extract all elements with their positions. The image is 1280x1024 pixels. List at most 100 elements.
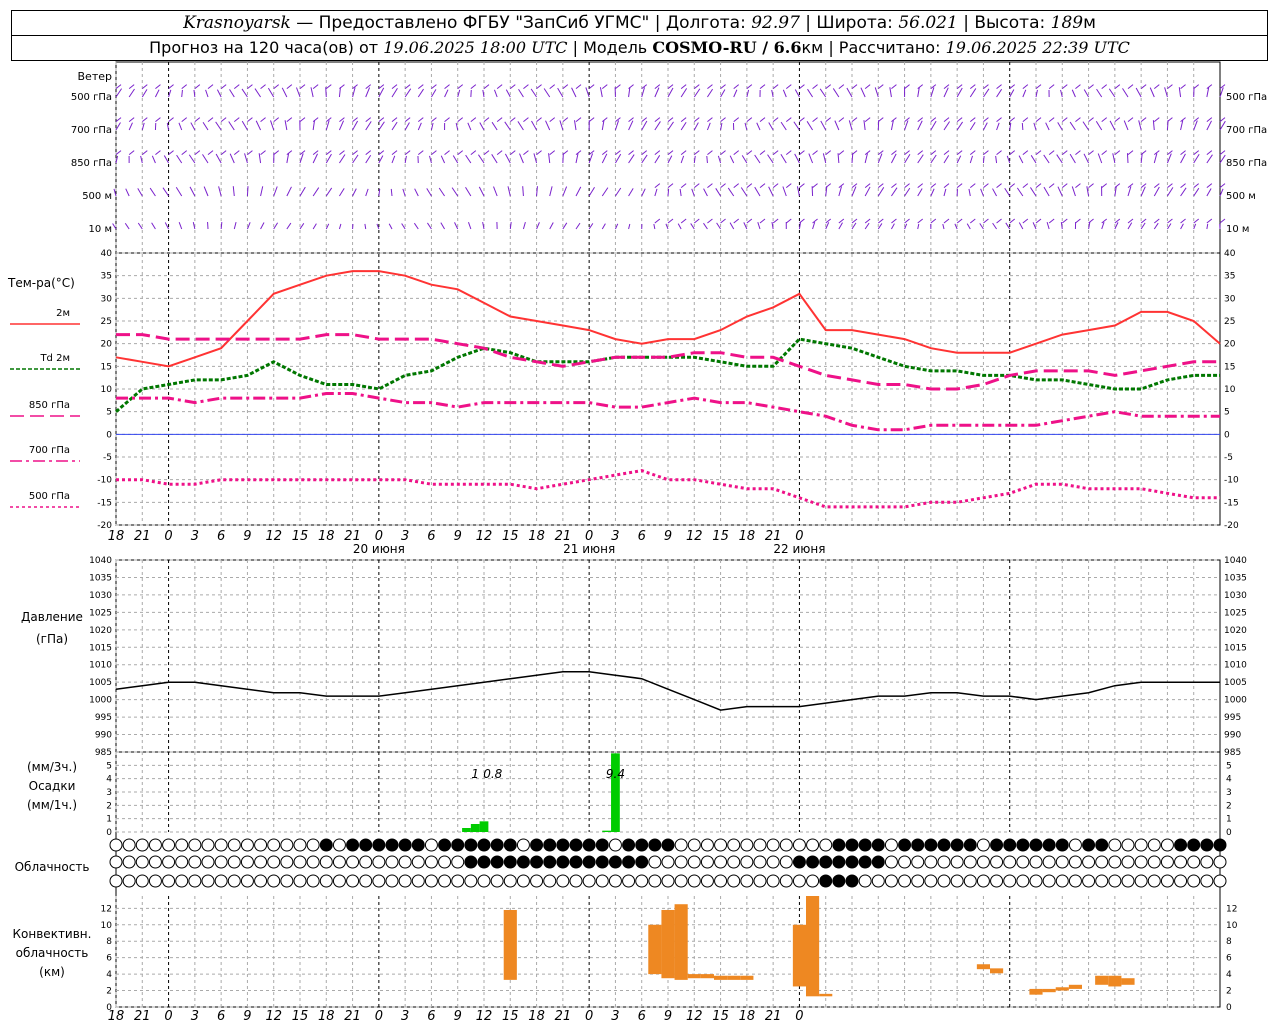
- wind-barb-flag: [588, 117, 595, 122]
- conv-tick-right: 12: [1226, 904, 1237, 914]
- wind-barb: [729, 222, 735, 230]
- conv-tick-left: 6: [106, 954, 112, 964]
- wind-barb: [733, 89, 738, 98]
- wind-barb: [917, 154, 924, 164]
- wind-barb: [284, 120, 288, 131]
- cloud-cover-symbol: [372, 874, 386, 888]
- wind-barb-flag: [654, 117, 661, 122]
- wind-barb: [771, 221, 774, 230]
- wind-barb: [575, 186, 582, 197]
- cloud-cover-symbol: [648, 838, 662, 852]
- wind-barb-flag: [352, 150, 358, 155]
- wind-barb: [1083, 153, 1090, 164]
- cloud-cover-symbol: [1068, 838, 1082, 852]
- cloud-cover-symbol: [411, 874, 425, 888]
- wind-barb: [992, 188, 998, 197]
- cloud-cover-symbol: [319, 838, 333, 852]
- precip-tick-left: 5: [106, 761, 112, 771]
- wind-barb-flag: [772, 84, 779, 89]
- cloud-cover-symbol: [911, 855, 925, 869]
- wind-barb-flag: [746, 183, 753, 188]
- wind-barb-flag: [812, 117, 818, 122]
- x-tick-lower: 21: [555, 1009, 572, 1024]
- cloud-cover-symbol: [740, 838, 754, 852]
- wind-barb-flag: [312, 84, 319, 89]
- wind-barb-flag: [799, 150, 805, 155]
- wind-barb: [641, 154, 648, 164]
- wind-barb: [1030, 155, 1037, 164]
- wind-barb-flag: [1140, 150, 1147, 155]
- wind-barb-flag: [496, 117, 503, 122]
- wind-barb-flag: [877, 84, 884, 89]
- wind-barb: [299, 186, 306, 197]
- wind-barb: [232, 186, 235, 197]
- wind-barb-flag: [588, 150, 595, 155]
- wind-barb-flag: [720, 183, 726, 188]
- cloud-cover-symbol: [779, 855, 793, 869]
- wind-barb-flag: [391, 84, 398, 89]
- wind-barb: [703, 188, 708, 197]
- cloud-cover-symbol: [214, 838, 228, 852]
- wind-barb: [1060, 221, 1063, 230]
- wind-barb: [588, 153, 594, 164]
- cloud-cover-symbol: [871, 855, 885, 869]
- cloud-cover-symbol: [937, 874, 951, 888]
- wind-barb: [571, 87, 577, 98]
- wind-barb-flag: [1114, 183, 1121, 188]
- wind-level-label-right: 850 гПа: [1226, 158, 1267, 169]
- wind-barb: [468, 222, 472, 230]
- wind-title: Ветер: [78, 70, 112, 83]
- wind-barb-flag: [207, 150, 214, 155]
- wind-barb-flag: [707, 150, 713, 155]
- wind-barb: [968, 188, 971, 197]
- wind-barb-flag: [1219, 183, 1226, 188]
- cloud-cover-symbol: [451, 838, 465, 852]
- wind-barb: [365, 154, 372, 164]
- wind-barb: [365, 188, 369, 197]
- wind-barb-flag: [457, 117, 464, 122]
- wind-barb: [522, 221, 526, 230]
- pressure-tick-left: 990: [95, 731, 112, 741]
- cloud-cover-symbol: [398, 838, 412, 852]
- cloud-cover-symbol: [424, 855, 438, 869]
- cloud-cover-symbol: [201, 838, 215, 852]
- wind-barb-flag: [654, 150, 661, 155]
- cloud-cover-symbol: [661, 855, 675, 869]
- wind-barb: [654, 155, 661, 164]
- cloud-cover-symbol: [1016, 838, 1030, 852]
- cloud-cover-symbol: [490, 874, 504, 888]
- wind-barb-flag: [260, 84, 266, 89]
- wind-barb-flag: [470, 84, 477, 89]
- wind-barb-flag: [1114, 150, 1121, 155]
- wind-barb-flag: [1088, 84, 1094, 89]
- cloud-cover-symbol: [109, 855, 123, 869]
- wind-barb-flag: [299, 84, 306, 89]
- wind-barb-flag: [1061, 183, 1068, 188]
- wind-barb-flag: [628, 84, 634, 89]
- cloud-cover-symbol: [582, 855, 596, 869]
- wind-barb-flag: [799, 218, 805, 224]
- wind-barb-flag: [956, 183, 963, 188]
- precip-tick-left: 3: [106, 788, 112, 798]
- cloud-cover-symbol: [1082, 874, 1096, 888]
- wind-barb: [1097, 153, 1103, 164]
- cloud-cover-symbol: [1068, 874, 1082, 888]
- wind-barb-flag: [930, 218, 937, 224]
- conv-cloud-bar: [727, 975, 741, 980]
- wind-barb: [889, 87, 892, 98]
- precip-tick-left: 0: [106, 828, 112, 838]
- cloud-cover-symbol: [346, 874, 360, 888]
- wind-barb: [312, 223, 317, 230]
- cloud-cover-symbol: [635, 838, 649, 852]
- wind-barb: [1016, 187, 1024, 197]
- wind-barb-flag: [680, 183, 687, 188]
- cloud-cover-symbol: [254, 855, 268, 869]
- wind-barb: [391, 155, 396, 164]
- wind-barb: [1206, 223, 1209, 230]
- wind-barb-flag: [1048, 183, 1055, 188]
- cloud-cover-symbol: [175, 855, 189, 869]
- cloud-cover-symbol: [700, 838, 714, 852]
- wind-barb-flag: [799, 117, 805, 122]
- wind-barb: [273, 186, 278, 197]
- wind-barb: [956, 87, 963, 98]
